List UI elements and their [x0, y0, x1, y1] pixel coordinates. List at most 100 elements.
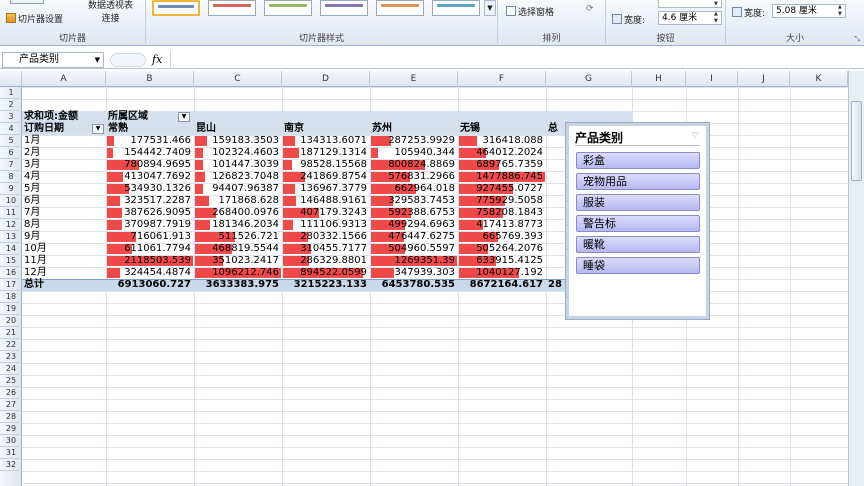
- column-header-k[interactable]: K: [790, 71, 848, 87]
- value-cell[interactable]: 316418.088: [458, 135, 546, 147]
- total-value-cell[interactable]: 6453780.535: [370, 279, 458, 291]
- value-cell[interactable]: 329583.7453: [370, 195, 458, 207]
- value-cell[interactable]: 286329.8801: [282, 255, 370, 267]
- slicer-style-6[interactable]: [432, 0, 480, 16]
- value-cell[interactable]: 505264.2076: [458, 243, 546, 255]
- value-cell[interactable]: 592388.6753: [370, 207, 458, 219]
- value-cell[interactable]: 611061.7794: [106, 243, 194, 255]
- value-cell[interactable]: 511526.721: [194, 231, 282, 243]
- column-header-a[interactable]: A: [22, 71, 106, 87]
- row-header[interactable]: 6: [0, 147, 22, 159]
- row-header[interactable]: 28: [0, 411, 22, 423]
- chevron-down-icon[interactable]: ▼: [95, 53, 100, 67]
- slicer-item[interactable]: 宠物用品: [576, 173, 700, 190]
- row-header[interactable]: 31: [0, 447, 22, 459]
- row-header[interactable]: 9: [0, 183, 22, 195]
- value-cell[interactable]: 280332.1566: [282, 231, 370, 243]
- column-header-j[interactable]: J: [738, 71, 790, 87]
- value-cell[interactable]: 351023.2417: [194, 255, 282, 267]
- row-header[interactable]: 15: [0, 255, 22, 267]
- value-cell[interactable]: 1477886.745: [458, 171, 546, 183]
- slicer-item[interactable]: 彩盒: [576, 152, 700, 169]
- slicer-product-category[interactable]: 产品类别 ⛉ 彩盒 宠物用品 服装 警告标 暖靴 睡袋: [566, 123, 709, 319]
- value-cell[interactable]: 1096212.746: [194, 267, 282, 279]
- total-value-cell[interactable]: 3633383.975: [194, 279, 282, 291]
- row-header[interactable]: 8: [0, 171, 22, 183]
- value-cell[interactable]: 287253.9929: [370, 135, 458, 147]
- value-cell[interactable]: 413047.7692: [106, 171, 194, 183]
- value-cell[interactable]: 780894.9695: [106, 159, 194, 171]
- column-header-e[interactable]: E: [370, 71, 458, 87]
- row-header[interactable]: 29: [0, 423, 22, 435]
- row-header[interactable]: 1: [0, 87, 22, 99]
- value-cell[interactable]: 159183.3503: [194, 135, 282, 147]
- column-header-d[interactable]: D: [282, 71, 370, 87]
- value-cell[interactable]: 1040127.192: [458, 267, 546, 279]
- column-header-f[interactable]: F: [458, 71, 546, 87]
- value-cell[interactable]: 98528.15568: [282, 159, 370, 171]
- row-header[interactable]: 5: [0, 135, 22, 147]
- row-header[interactable]: 26: [0, 387, 22, 399]
- row-header[interactable]: 24: [0, 363, 22, 375]
- row-header[interactable]: 7: [0, 159, 22, 171]
- value-cell[interactable]: 468819.5544: [194, 243, 282, 255]
- slicer-style-5[interactable]: [376, 0, 424, 16]
- slicer-settings-button[interactable]: 切片器设置: [6, 12, 63, 25]
- row-header[interactable]: 17: [0, 279, 22, 291]
- slicer-item[interactable]: 服装: [576, 194, 700, 211]
- value-cell[interactable]: 171868.628: [194, 195, 282, 207]
- row-header[interactable]: 11: [0, 207, 22, 219]
- slicer-caption-button[interactable]: [10, 0, 44, 4]
- row-header[interactable]: 30: [0, 435, 22, 447]
- column-header-c[interactable]: C: [194, 71, 282, 87]
- insert-function-icon[interactable]: fx: [152, 53, 162, 66]
- row-header[interactable]: 23: [0, 351, 22, 363]
- value-cell[interactable]: 134313.6071: [282, 135, 370, 147]
- slicer-style-3[interactable]: [264, 0, 312, 16]
- value-cell[interactable]: 324454.4874: [106, 267, 194, 279]
- button-top-spinner[interactable]: [658, 0, 722, 8]
- value-cell[interactable]: 181346.2034: [194, 219, 282, 231]
- column-header-g[interactable]: G: [546, 71, 632, 87]
- styles-scroll-button[interactable]: ▼: [484, 0, 496, 16]
- row-header[interactable]: 12: [0, 219, 22, 231]
- slicer-style-4[interactable]: [320, 0, 368, 16]
- total-value-cell[interactable]: 3215223.133: [282, 279, 370, 291]
- value-cell[interactable]: 689765.7359: [458, 159, 546, 171]
- column-filter-dropdown[interactable]: ▼: [178, 112, 190, 122]
- selection-pane-button[interactable]: 选择窗格: [506, 5, 554, 18]
- vertical-scrollbar[interactable]: [848, 71, 864, 486]
- column-header-b[interactable]: B: [106, 71, 194, 87]
- value-cell[interactable]: 310455.7177: [282, 243, 370, 255]
- value-cell[interactable]: 111106.9313: [282, 219, 370, 231]
- slicer-style-2[interactable]: [208, 0, 256, 16]
- value-cell[interactable]: 387626.9095: [106, 207, 194, 219]
- total-value-cell[interactable]: 6913060.727: [106, 279, 194, 291]
- rotate-icon[interactable]: ⟳: [586, 4, 594, 14]
- row-header[interactable]: 20: [0, 315, 22, 327]
- value-cell[interactable]: 417413.8773: [458, 219, 546, 231]
- row-header[interactable]: 10: [0, 195, 22, 207]
- value-cell[interactable]: 126823.7048: [194, 171, 282, 183]
- value-cell[interactable]: 323517.2287: [106, 195, 194, 207]
- slicer-style-1[interactable]: [152, 0, 200, 16]
- slicer-item[interactable]: 暖靴: [576, 236, 700, 253]
- name-box[interactable]: 产品类别 ▼: [2, 52, 104, 68]
- row-header[interactable]: 4: [0, 123, 22, 135]
- value-cell[interactable]: 187129.1314: [282, 147, 370, 159]
- row-header[interactable]: 21: [0, 327, 22, 339]
- value-cell[interactable]: 464012.2024: [458, 147, 546, 159]
- value-cell[interactable]: 665769.393: [458, 231, 546, 243]
- value-cell[interactable]: 177531.466: [106, 135, 194, 147]
- value-cell[interactable]: 407179.3243: [282, 207, 370, 219]
- row-filter-dropdown[interactable]: ▼: [92, 124, 104, 134]
- value-cell[interactable]: 504960.5597: [370, 243, 458, 255]
- column-header-h[interactable]: H: [632, 71, 686, 87]
- worksheet-grid[interactable]: 求和项:金额 所属区域 ▼ 订购日期 ▼ 常熟 昆山 南京 苏州 无锡总 1月 177531.466 1…: [22, 87, 848, 486]
- value-cell[interactable]: 154442.7409: [106, 147, 194, 159]
- value-cell[interactable]: 576831.2966: [370, 171, 458, 183]
- row-header[interactable]: 18: [0, 291, 22, 303]
- row-header[interactable]: 16: [0, 267, 22, 279]
- value-cell[interactable]: 716061.913: [106, 231, 194, 243]
- value-cell[interactable]: 370987.7919: [106, 219, 194, 231]
